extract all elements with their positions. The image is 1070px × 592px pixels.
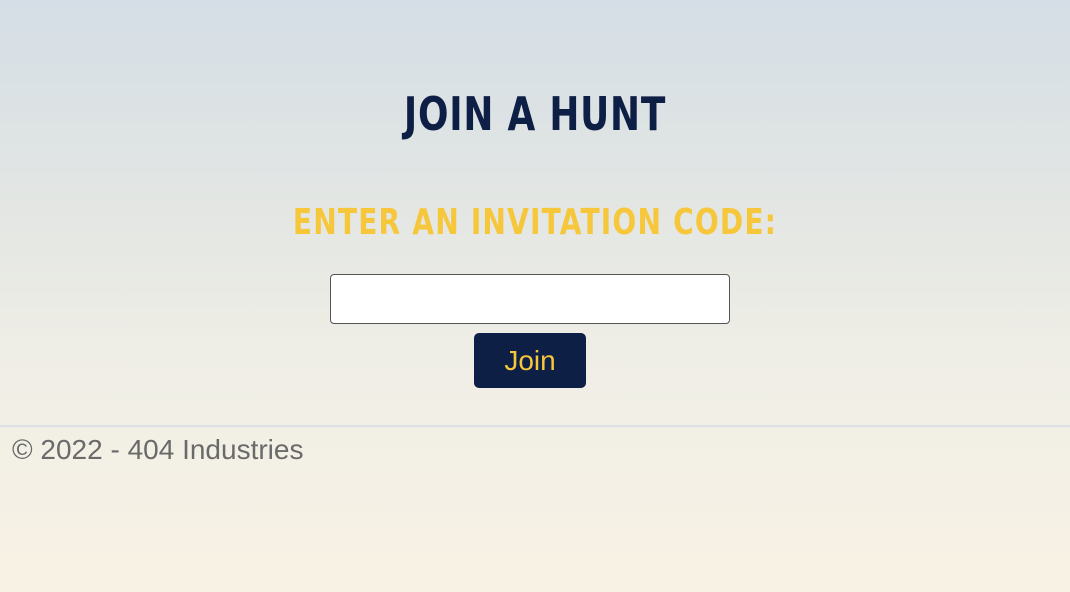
invitation-code-input[interactable] <box>330 274 730 324</box>
join-button[interactable]: Join <box>474 333 586 388</box>
main-content: Join a Hunt Enter an invitation code: Jo… <box>0 0 1070 426</box>
footer-divider <box>0 425 1070 427</box>
footer-copyright: © 2022 - 404 Industries <box>12 434 304 465</box>
page-title: Join a Hunt <box>403 87 667 141</box>
invitation-code-label: Enter an invitation code: <box>292 202 778 243</box>
